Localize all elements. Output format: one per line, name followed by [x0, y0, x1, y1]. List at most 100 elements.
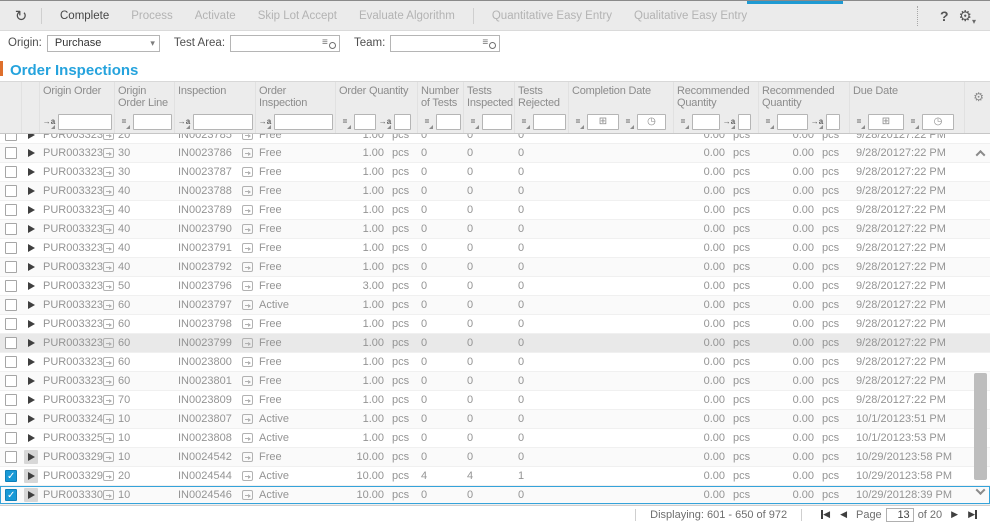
complete-button[interactable]: Complete — [49, 10, 120, 22]
edit-note-icon[interactable] — [103, 224, 114, 234]
expand-arrow-icon[interactable] — [24, 488, 38, 502]
filter-op-equals-icon[interactable]: = — [676, 115, 690, 129]
edit-note-icon[interactable] — [103, 300, 114, 310]
row-checkbox[interactable] — [5, 280, 17, 292]
edit-note-icon[interactable] — [103, 148, 114, 158]
edit-note-icon[interactable] — [242, 395, 253, 405]
table-row[interactable]: PUR003323 40 IN0023788 Free 1.00pcs 0 0 … — [0, 182, 990, 201]
filter-op-starts-icon[interactable]: →a — [177, 115, 191, 129]
edit-note-icon[interactable] — [103, 471, 114, 481]
edit-note-icon[interactable] — [242, 414, 253, 424]
expand-arrow-icon[interactable] — [24, 203, 38, 217]
row-checkbox[interactable] — [5, 451, 17, 463]
table-row[interactable]: PUR003325 10 IN0023808 Active 1.00pcs 0 … — [0, 429, 990, 448]
row-checkbox[interactable] — [5, 394, 17, 406]
scroll-down-icon[interactable] — [973, 484, 988, 499]
edit-note-icon[interactable] — [103, 452, 114, 462]
prev-page-button[interactable]: ◀ — [840, 509, 847, 520]
column-header-origin-order[interactable]: Origin Order — [40, 82, 115, 110]
column-header-recommended-quantity-accepted[interactable]: Recommended Quantity Accepted — [674, 82, 759, 110]
origin-order-filter-input[interactable] — [58, 114, 112, 130]
row-checkbox[interactable] — [5, 413, 17, 425]
table-row[interactable]: PUR003323 40 IN0023789 Free 1.00pcs 0 0 … — [0, 201, 990, 220]
process-button[interactable]: Process — [120, 10, 184, 22]
row-checkbox[interactable] — [5, 375, 17, 387]
expand-arrow-icon[interactable] — [24, 134, 38, 142]
edit-note-icon[interactable] — [103, 357, 114, 367]
row-checkbox[interactable] — [5, 147, 17, 159]
filter-op-starts-icon[interactable]: →a — [258, 115, 272, 129]
filter-op-starts-icon[interactable]: →a — [810, 115, 824, 129]
edit-note-icon[interactable] — [242, 376, 253, 386]
edit-note-icon[interactable] — [103, 319, 114, 329]
column-header-tests-inspected[interactable]: Tests Inspected — [464, 82, 515, 110]
expand-arrow-icon[interactable] — [24, 260, 38, 274]
edit-note-icon[interactable] — [103, 395, 114, 405]
edit-note-icon[interactable] — [103, 376, 114, 386]
filter-op-equals-icon[interactable]: = — [466, 115, 480, 129]
expand-arrow-icon[interactable] — [24, 165, 38, 179]
expand-arrow-icon[interactable] — [24, 146, 38, 160]
expand-arrow-icon[interactable] — [24, 184, 38, 198]
edit-note-icon[interactable] — [242, 452, 253, 462]
row-checkbox[interactable] — [5, 223, 17, 235]
row-checkbox[interactable] — [5, 299, 17, 311]
edit-note-icon[interactable] — [242, 338, 253, 348]
row-checkbox[interactable] — [5, 318, 17, 330]
edit-note-icon[interactable] — [242, 224, 253, 234]
column-header-origin-order-line[interactable]: Origin Order Line — [115, 82, 175, 110]
filter-op-equals-icon[interactable]: = — [852, 115, 866, 129]
column-header-order-inspection-status[interactable]: Order Inspection Status — [256, 82, 336, 110]
table-row[interactable]: PUR003323 40 IN0023792 Free 1.00pcs 0 0 … — [0, 258, 990, 277]
column-header-order-quantity[interactable]: Order Quantity — [336, 82, 418, 110]
filter-op-equals-icon[interactable]: = — [571, 115, 585, 129]
filter-op-equals-icon[interactable]: = — [621, 115, 635, 129]
column-header-number-of-tests[interactable]: Number of Tests — [418, 82, 464, 110]
table-row[interactable]: PUR003323 60 IN0023798 Free 1.00pcs 0 0 … — [0, 315, 990, 334]
filter-op-equals-icon[interactable]: = — [517, 115, 531, 129]
last-page-button[interactable]: ▶ — [968, 509, 977, 520]
next-page-button[interactable]: ▶ — [951, 509, 958, 520]
table-row[interactable]: PUR003323 50 IN0023796 Free 3.00pcs 0 0 … — [0, 277, 990, 296]
table-row[interactable]: PUR003323 20 IN0023785 Free 1.00pcs 0 0 … — [0, 134, 990, 144]
edit-note-icon[interactable] — [242, 300, 253, 310]
edit-note-icon[interactable] — [103, 338, 114, 348]
edit-note-icon[interactable] — [242, 281, 253, 291]
expand-arrow-icon[interactable] — [24, 450, 38, 464]
table-row[interactable]: PUR003323 60 IN0023801 Free 1.00pcs 0 0 … — [0, 372, 990, 391]
expand-arrow-icon[interactable] — [24, 469, 38, 483]
qualitative-easy-entry-button[interactable]: Qualitative Easy Entry — [623, 10, 758, 22]
quantitative-easy-entry-button[interactable]: Quantitative Easy Entry — [481, 10, 623, 22]
expand-arrow-icon[interactable] — [24, 222, 38, 236]
edit-note-icon[interactable] — [242, 433, 253, 443]
expand-arrow-icon[interactable] — [24, 336, 38, 350]
selector-lookup-icon[interactable]: ≡ — [482, 38, 496, 48]
order-quantity-filter-input[interactable] — [354, 114, 376, 130]
table-row[interactable]: PUR003323 40 IN0023790 Free 1.00pcs 0 0 … — [0, 220, 990, 239]
expand-arrow-icon[interactable] — [24, 241, 38, 255]
table-row[interactable]: PUR003323 40 IN0023791 Free 1.00pcs 0 0 … — [0, 239, 990, 258]
origin-dropdown[interactable]: Purchase ▾ — [47, 35, 160, 52]
edit-note-icon[interactable] — [242, 319, 253, 329]
edit-note-icon[interactable] — [242, 262, 253, 272]
first-page-button[interactable]: ◀ — [821, 509, 830, 520]
row-checkbox[interactable] — [5, 261, 17, 273]
edit-note-icon[interactable] — [242, 357, 253, 367]
expand-arrow-icon[interactable] — [24, 279, 38, 293]
team-input[interactable] — [394, 37, 482, 49]
row-checkbox[interactable] — [5, 470, 17, 482]
completion-time-filter-input[interactable]: ◷ — [637, 114, 666, 130]
expand-arrow-icon[interactable] — [24, 374, 38, 388]
edit-note-icon[interactable] — [103, 167, 114, 177]
table-row[interactable]: PUR003323 60 IN0023799 Free 1.00pcs 0 0 … — [0, 334, 990, 353]
table-row[interactable]: PUR003323 60 IN0023797 Active 1.00pcs 0 … — [0, 296, 990, 315]
table-row[interactable]: PUR003329 10 IN0024542 Free 10.00pcs 0 0… — [0, 448, 990, 467]
column-header-due-date[interactable]: Due Date — [850, 82, 965, 110]
evaluate-algorithm-button[interactable]: Evaluate Algorithm — [348, 10, 466, 22]
row-checkbox[interactable] — [5, 242, 17, 254]
edit-note-icon[interactable] — [242, 471, 253, 481]
edit-note-icon[interactable] — [242, 134, 253, 140]
origin-order-line-filter-input[interactable] — [133, 114, 172, 130]
refresh-icon[interactable]: ↻ — [8, 7, 34, 25]
edit-note-icon[interactable] — [242, 167, 253, 177]
